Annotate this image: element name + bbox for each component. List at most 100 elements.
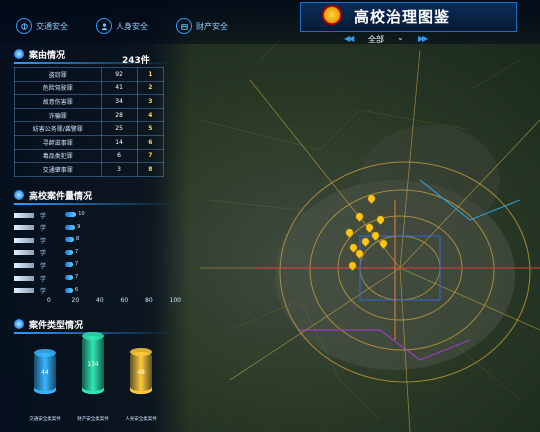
section-title: 高校案件量情况	[29, 191, 93, 202]
case-type-label: 财产安全类案件	[77, 417, 109, 422]
case-name-cell: 寻衅滋事罪	[14, 134, 102, 150]
university-cases-header: 高校案件量情况	[14, 188, 92, 202]
traffic-icon	[16, 18, 32, 34]
bar-label-prefix: 学	[40, 225, 47, 233]
case-rank-cell: 8	[136, 162, 165, 177]
bar-value: 7	[75, 261, 79, 268]
bar-label-redacted	[14, 225, 34, 231]
case-name-cell: 危险驾驶罪	[14, 80, 102, 96]
bar-fill	[65, 224, 76, 230]
table-row[interactable]: 妨害公务罪/袭警罪 25 5	[14, 121, 165, 136]
table-row[interactable]: 危险驾驶罪 41 2	[14, 80, 165, 96]
emblem-icon	[322, 5, 342, 25]
case-count-cell: 28	[100, 107, 138, 123]
case-total: 243件	[122, 56, 150, 66]
case-type-value: 48	[137, 369, 145, 377]
table-row[interactable]: 寻衅滋事罪 14 6	[14, 134, 165, 150]
tab-label: 人身安全	[116, 21, 148, 31]
bar-fill	[65, 237, 75, 243]
bar-fill	[65, 262, 73, 268]
case-name-cell: 交通肇事罪	[14, 162, 102, 177]
bar-row[interactable]: 学7	[14, 261, 78, 270]
bar-row[interactable]: 学7	[14, 249, 78, 258]
tab-personal-safety[interactable]: 人身安全	[96, 18, 148, 34]
bar-label-redacted	[14, 250, 34, 256]
case-rank-cell: 6	[136, 134, 165, 150]
bar-value: 8	[76, 236, 80, 243]
case-rank-cell: 2	[136, 80, 165, 96]
chevron-left-icon: ◀◀	[344, 34, 354, 43]
case-count-cell: 6	[100, 148, 138, 164]
bar-value: 9	[77, 223, 81, 230]
bar-row[interactable]: 学 10	[14, 211, 85, 220]
case-info-header: 案由情况	[14, 47, 65, 61]
bar-row[interactable]: 学8	[14, 236, 79, 245]
case-name-cell: 盗窃罪	[14, 67, 102, 82]
bar-label-prefix: 学	[40, 275, 47, 283]
chevron-right-icon: ▶▶	[418, 34, 428, 43]
scope-select[interactable]: 全部	[368, 34, 384, 45]
case-name-cell: 毒品类犯罪	[14, 148, 102, 164]
chevron-down-icon[interactable]: ⌄	[397, 33, 404, 42]
section-title: 案由情况	[29, 50, 66, 61]
tab-label: 财产安全	[196, 21, 228, 31]
bar-label-prefix: 学	[40, 237, 47, 245]
case-type-value: 44	[41, 369, 49, 377]
case-name-cell: 故意伤害罪	[14, 94, 102, 109]
case-count-cell: 92	[100, 67, 138, 82]
section-divider	[14, 62, 174, 64]
axis-tick-label: 40	[96, 297, 104, 304]
axis-tick-label: 80	[145, 297, 153, 304]
section-marker-icon	[14, 190, 24, 200]
bar-row[interactable]: 学7	[14, 274, 78, 283]
bar-label-redacted	[14, 275, 34, 281]
case-name-cell: 妨害公务罪/袭警罪	[14, 121, 102, 136]
case-count-cell: 34	[100, 94, 138, 109]
bar-fill	[65, 287, 73, 293]
case-rank-cell: 5	[136, 121, 165, 136]
case-rank-cell: 1	[136, 67, 165, 82]
bar-label-prefix: 学	[40, 250, 47, 258]
table-row[interactable]: 盗窃罪 92 1	[14, 67, 165, 82]
axis-tick-label: 100	[169, 297, 181, 304]
case-type-label: 交通安全类案件	[29, 417, 61, 422]
cylinder-top	[34, 348, 56, 357]
bar-value: 6	[75, 286, 79, 293]
cylinder-top	[82, 332, 104, 340]
case-count-cell: 41	[100, 80, 138, 96]
case-type-value: 134	[87, 361, 99, 368]
bar-label-prefix: 学	[40, 212, 47, 220]
bar-fill	[65, 275, 73, 280]
bar-fill	[65, 249, 73, 255]
table-row[interactable]: 毒品类犯罪 6 7	[14, 148, 165, 164]
section-marker-icon	[14, 319, 24, 329]
case-rank-cell: 3	[136, 94, 165, 109]
bar-row[interactable]: 学9	[14, 224, 80, 233]
section-divider	[14, 203, 174, 205]
axis-tick-label: 0	[47, 297, 51, 304]
bar-label-redacted	[14, 212, 34, 218]
case-type-label: 人身安全类案件	[125, 417, 157, 422]
case-count-cell: 25	[100, 121, 138, 136]
table-row[interactable]: 故意伤害罪 34 3	[14, 94, 165, 109]
bar-value: 10	[78, 211, 85, 217]
person-icon	[96, 18, 112, 34]
tab-traffic-safety[interactable]: 交通安全	[16, 18, 68, 34]
case-types-header: 案件类型情况	[14, 317, 83, 331]
property-icon	[176, 18, 192, 34]
table-row[interactable]: 诈骗罪 28 4	[14, 107, 165, 123]
bar-row[interactable]: 学6	[14, 287, 78, 295]
section-title: 案件类型情况	[29, 320, 84, 331]
bar-value: 7	[75, 274, 79, 280]
bar-label-prefix: 学	[40, 262, 47, 270]
case-table: 盗窃罪 92 1 危险驾驶罪 41 2 故意伤害罪 34 3 诈骗罪 28 4 妨害公务罪/袭警罪 25 5…	[14, 67, 165, 177]
tab-property-safety[interactable]: 财产安全	[176, 18, 228, 34]
axis-tick-label: 20	[71, 297, 80, 304]
table-row[interactable]: 交通肇事罪 3 8	[14, 162, 165, 177]
bar-label-redacted	[14, 262, 34, 268]
section-marker-icon	[14, 49, 24, 59]
bar-label-redacted	[14, 288, 34, 294]
bar-value: 7	[75, 248, 79, 255]
axis-tick-label: 60	[120, 297, 129, 304]
tab-label: 交通安全	[36, 21, 68, 31]
